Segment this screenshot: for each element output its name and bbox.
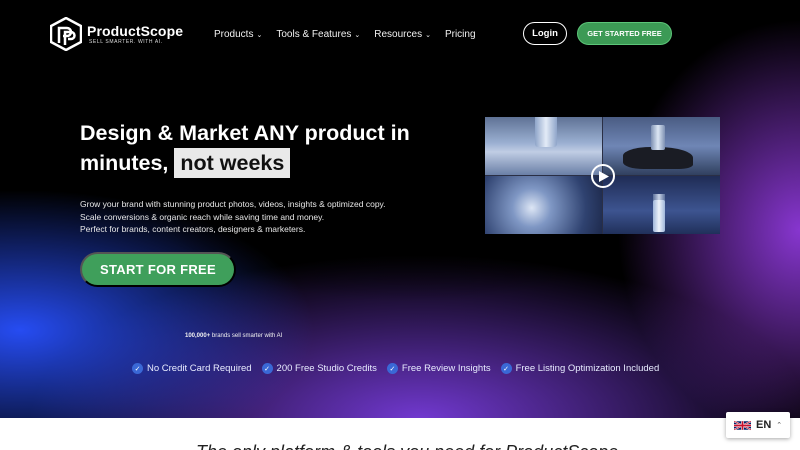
nav-item-label: Resources bbox=[374, 29, 423, 40]
video-tile-bottle-shelf bbox=[485, 117, 602, 175]
nav-item-tools-features[interactable]: Tools & Features ⌄ bbox=[276, 29, 360, 40]
nav-item-resources[interactable]: Resources ⌄ bbox=[374, 29, 431, 40]
brand-name: ProductScope bbox=[87, 23, 184, 39]
check-circle-icon: ✓ bbox=[500, 363, 512, 374]
check-circle-icon: ✓ bbox=[261, 363, 273, 374]
language-code: EN bbox=[756, 419, 772, 431]
perk-item: ✓ Free Review Insights bbox=[386, 363, 491, 374]
perk-item: ✓ 200 Free Studio Credits bbox=[261, 363, 377, 374]
perk-label: 200 Free Studio Credits bbox=[276, 363, 377, 374]
section-heading: The only platform & tools you need for P… bbox=[196, 442, 618, 450]
check-circle-icon: ✓ bbox=[132, 363, 143, 374]
brand-tagline: SELL SMARTER. WITH AI. bbox=[89, 39, 163, 45]
product-bottle bbox=[535, 117, 557, 147]
product-bottle bbox=[651, 125, 665, 150]
chevron-down-icon: ⌄ bbox=[354, 31, 361, 39]
login-button[interactable]: Login bbox=[523, 22, 567, 45]
brands-text: brands sell smarter with AI bbox=[211, 333, 283, 339]
productscope-logo-icon bbox=[50, 17, 82, 51]
perk-item: ✓ No Credit Card Required bbox=[132, 363, 252, 374]
nav-item-products[interactable]: Products ⌄ bbox=[214, 29, 262, 40]
product-bottle bbox=[653, 200, 665, 232]
chevron-up-icon: ⌃ bbox=[776, 422, 783, 429]
rock-shape bbox=[623, 147, 693, 169]
next-section: The only platform & tools you need for P… bbox=[0, 418, 800, 450]
video-tile-bottle-rock bbox=[603, 117, 720, 175]
video-tile-serum bbox=[603, 176, 720, 234]
get-started-free-button[interactable]: GET STARTED FREE bbox=[577, 22, 672, 45]
brands-count-text: 100,000+ brands sell smarter with AI bbox=[185, 333, 282, 339]
headline-highlight: not weeks bbox=[174, 148, 291, 178]
brand-logo[interactable]: ProductScope SELL SMARTER. WITH AI. bbox=[50, 17, 183, 51]
chevron-down-icon: ⌄ bbox=[425, 31, 431, 39]
hero-headline: Design & Market ANY product in minutes, … bbox=[80, 118, 480, 178]
play-icon[interactable] bbox=[591, 164, 615, 188]
check-circle-icon: ✓ bbox=[386, 363, 398, 374]
perks-list: ✓ No Credit Card Required ✓ 200 Free Stu… bbox=[132, 363, 659, 374]
description-line: Scale conversions & organic reach while … bbox=[80, 211, 325, 222]
brands-count: 100,000+ bbox=[185, 333, 211, 339]
perk-label: Free Listing Optimization Included bbox=[515, 363, 660, 374]
nav-item-label: Products bbox=[214, 29, 254, 40]
uk-flag-icon bbox=[734, 419, 751, 431]
start-for-free-button[interactable]: START FOR FREE bbox=[80, 252, 236, 287]
description-line: Grow your brand with stunning product ph… bbox=[80, 199, 386, 209]
nav-item-pricing[interactable]: Pricing bbox=[445, 29, 476, 40]
chevron-down-icon: ⌄ bbox=[256, 31, 263, 39]
perk-label: No Credit Card Required bbox=[147, 363, 252, 374]
main-nav: Products ⌄ Tools & Features ⌄ Resources … bbox=[214, 29, 476, 40]
perk-item: ✓ Free Listing Optimization Included bbox=[500, 363, 660, 374]
description-line: Perfect for brands, content creators, de… bbox=[80, 224, 306, 234]
video-tile-crystal bbox=[485, 176, 602, 234]
perk-label: Free Review Insights bbox=[401, 363, 491, 374]
hero-description: Grow your brand with stunning product ph… bbox=[80, 198, 460, 236]
nav-item-label: Tools & Features bbox=[276, 29, 352, 40]
language-selector[interactable]: EN ⌃ bbox=[726, 412, 790, 438]
nav-item-label: Pricing bbox=[444, 29, 476, 40]
